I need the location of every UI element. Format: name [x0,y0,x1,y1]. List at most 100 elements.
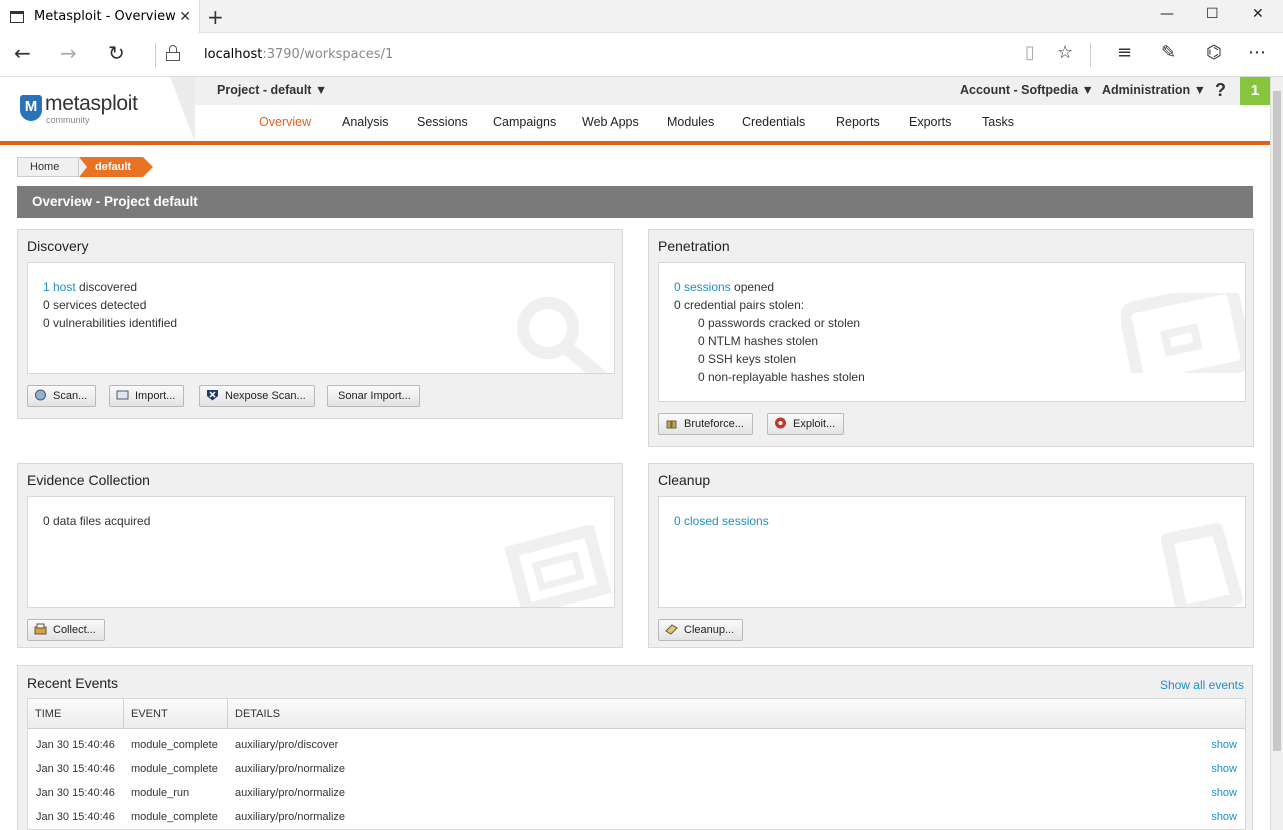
close-window-button[interactable]: ✕ [1252,6,1264,22]
minimize-button[interactable]: — [1160,6,1174,22]
table-row: Jan 30 15:40:46 module_complete auxiliar… [28,805,1245,829]
closed-sessions-link[interactable]: 0 closed sessions [674,514,769,528]
nexpose-scan-button[interactable]: Nexpose Scan... [199,385,315,407]
collect-icon [34,623,47,635]
logo[interactable]: M metasploit community [0,77,200,142]
browser-titlebar: Metasploit - Overview ✕ + — ☐ ✕ [0,0,1283,33]
column-header-time[interactable]: TIME [28,699,124,729]
sonar-import-button[interactable]: Sonar Import... [327,385,420,407]
account-dropdown[interactable]: Account - Softpedia ▼ [960,83,1094,97]
scan-button[interactable]: Scan... [27,385,97,407]
web-note-icon[interactable]: ✎ [1161,42,1176,63]
nav-reports[interactable]: Reports [836,115,880,129]
import-button[interactable]: Import... [109,385,185,407]
recent-events-title: Recent Events [27,675,119,691]
more-icon[interactable]: ⋯ [1248,42,1266,63]
favorite-star-icon[interactable]: ☆ [1057,42,1073,63]
page-icon [10,10,24,23]
help-icon[interactable]: ? [1215,80,1226,101]
forward-arrow-icon[interactable]: → [60,41,77,65]
data-files-acquired: 0 data files acquired [43,514,151,528]
show-event-link[interactable]: show [1211,787,1237,799]
table-row: Jan 30 15:40:46 module_complete auxiliar… [28,733,1245,757]
event-details: auxiliary/pro/discover [235,739,339,751]
hub-icon[interactable]: ≡ [1117,42,1132,63]
event-time: Jan 30 15:40:46 [36,763,115,775]
new-tab-button[interactable]: + [207,5,224,29]
url-path: :3790/workspaces/1 [262,47,394,62]
notification-badge[interactable]: 1 [1240,77,1270,105]
ntlm-hashes: 0 NTLM hashes stolen [698,334,819,348]
breadcrumb-current[interactable]: default [79,157,153,177]
administration-dropdown[interactable]: Administration ▼ [1102,83,1206,97]
nav-analysis[interactable]: Analysis [342,115,389,129]
event-name: module_complete [131,763,218,775]
tab-title: Metasploit - Overview [34,9,176,24]
page-scrollbar[interactable] [1270,77,1283,830]
sessions-opened: 0 sessions opened [674,280,774,294]
refresh-icon[interactable]: ↻ [108,41,125,65]
credential-pairs: 0 credential pairs stolen: [674,298,805,312]
page-title: Overview - Project default [17,186,1253,218]
biohazard-icon [775,417,786,429]
tab-close-icon[interactable]: ✕ [179,8,191,25]
events-table: TIME EVENT DETAILS Jan 30 15:40:46 modul… [27,698,1246,830]
collect-button[interactable]: Collect... [27,619,105,641]
cleanup-button[interactable]: Cleanup... [658,619,744,641]
sessions-link[interactable]: 0 sessions [674,280,731,294]
sessions-text: opened [730,280,775,294]
browser-tab[interactable]: Metasploit - Overview ✕ [0,0,200,33]
penetration-title: Penetration [658,238,730,254]
bruteforce-icon [666,420,677,429]
event-time: Jan 30 15:40:46 [36,739,115,751]
cleanup-watermark-icon [1161,523,1243,607]
nav-overview[interactable]: Overview [259,115,311,129]
show-event-link[interactable]: show [1211,763,1237,775]
back-arrow-icon[interactable]: ← [14,41,31,65]
breadcrumb-current-label: default [95,161,132,173]
logo-subtitle: community [46,115,90,125]
events-table-header: TIME EVENT DETAILS [28,699,1245,729]
nav-sessions[interactable]: Sessions [417,115,468,129]
collect-button-label: Collect... [53,624,96,636]
logo-text: metasploit [45,92,138,115]
evidence-watermark-icon [504,525,612,607]
hosts-discovered: 1 host discovered [43,280,137,294]
evidence-title: Evidence Collection [27,472,150,488]
breadcrumb-home[interactable]: Home [17,157,79,177]
bruteforce-button[interactable]: Bruteforce... [658,413,753,435]
bruteforce-button-label: Bruteforce... [684,418,744,430]
event-name: module_run [131,787,190,799]
url-host: localhost [204,47,263,62]
scrollbar-thumb[interactable] [1273,91,1281,751]
discovery-box: 1 host discovered 0 services detected 0 … [27,262,615,374]
cleanup-panel: Cleanup 0 closed sessions Cleanup... [648,463,1254,648]
show-event-link[interactable]: show [1211,739,1237,751]
exploit-button[interactable]: Exploit... [767,413,845,435]
nav-credentials[interactable]: Credentials [742,115,805,129]
nexpose-icon [207,390,218,401]
nav-campaigns[interactable]: Campaigns [493,115,556,129]
nav-modules[interactable]: Modules [667,115,714,129]
penetration-box: 0 sessions opened 0 credential pairs sto… [658,262,1246,402]
nav-tasks[interactable]: Tasks [982,115,1014,129]
nav-web-apps[interactable]: Web Apps [582,115,639,129]
cleanup-button-label: Cleanup... [684,624,735,636]
services-detected: 0 services detected [43,298,147,312]
nav-exports[interactable]: Exports [909,115,951,129]
address-bar: ← → ↻ localhost:3790/workspaces/1 ▯ ☆ ≡ … [0,33,1283,77]
share-icon[interactable]: ⌬ [1206,42,1222,63]
column-header-event[interactable]: EVENT [124,699,228,729]
app-header: M metasploit community Project - default… [0,77,1270,145]
show-all-events-link[interactable]: Show all events [1160,678,1244,692]
divider [1090,43,1091,67]
reading-view-icon[interactable]: ▯ [1025,42,1035,63]
maximize-button[interactable]: ☐ [1206,6,1219,22]
url-field[interactable]: localhost:3790/workspaces/1 [204,47,393,62]
column-header-details[interactable]: DETAILS [228,699,1245,729]
hosts-link[interactable]: 1 host [43,280,76,294]
show-event-link[interactable]: show [1211,811,1237,823]
sonar-import-button-label: Sonar Import... [338,390,411,402]
project-dropdown[interactable]: Project - default ▼ [217,83,327,97]
discovery-title: Discovery [27,238,89,254]
